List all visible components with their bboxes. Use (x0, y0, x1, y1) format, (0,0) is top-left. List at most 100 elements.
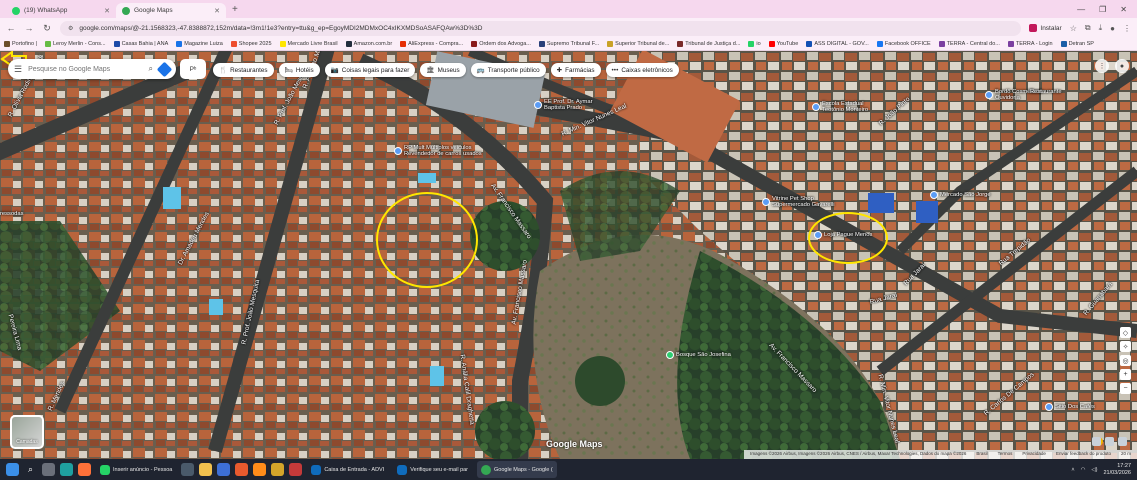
menu-kebab-icon[interactable]: ⋮ (1123, 24, 1131, 33)
extensions-icon[interactable]: ⧉ (1085, 23, 1091, 33)
wifi-icon[interactable]: ◠ (1081, 467, 1086, 473)
bookmark-item[interactable]: Superior Tribunal de... (607, 41, 669, 47)
bookmark-item[interactable]: AliExpress - Compra... (400, 41, 463, 47)
my-location-icon[interactable]: ◎ (1120, 355, 1131, 366)
maximize-icon[interactable]: ❐ (1099, 5, 1106, 14)
search-input[interactable] (28, 65, 143, 73)
chrome-icon (481, 464, 492, 475)
highlight-circle-right (808, 212, 888, 264)
compass-icon[interactable]: ✧ (1120, 341, 1131, 352)
bookmark-item[interactable]: Magazine Luiza (176, 41, 223, 47)
forward-icon[interactable]: → (24, 23, 34, 33)
close-tab-icon[interactable]: ✕ (104, 7, 110, 15)
bookmark-item[interactable]: Detran SP (1060, 41, 1094, 47)
poi-restaurant[interactable]: Restaurante (1030, 89, 1062, 95)
bookmark-item[interactable]: Amazon.com.br (345, 41, 392, 47)
minimize-icon[interactable]: — (1077, 5, 1085, 14)
search-icon[interactable]: ⌕ (149, 64, 153, 74)
directions-icon[interactable] (156, 61, 173, 77)
category-chip[interactable]: 🛏 Hotéis (278, 63, 320, 77)
tilt-icon[interactable]: ◇ (1120, 327, 1131, 338)
store-icon[interactable] (217, 463, 231, 476)
saved-places-chip[interactable]: Pᵇ (180, 59, 206, 79)
bookmark-favicon-icon (113, 41, 120, 47)
category-chip[interactable]: ••• Caixas eletrônicos (605, 63, 679, 77)
new-tab-button[interactable]: + (226, 4, 244, 15)
site-info-icon[interactable]: ⚙ (68, 25, 73, 32)
poi-park[interactable]: Bosque São Josefina (666, 351, 731, 359)
store-icon (762, 198, 770, 207)
category-chip[interactable]: 🍴 Restaurantes (213, 63, 274, 77)
hamburger-menu-icon[interactable]: ☰ (14, 64, 22, 75)
bookmark-item[interactable]: Facebook OFFICE (876, 41, 931, 47)
app-icon[interactable] (289, 463, 303, 476)
close-window-icon[interactable]: ✕ (1120, 5, 1127, 14)
bookmark-item[interactable]: Shopee 2025 (230, 41, 272, 47)
taskbar-app[interactable]: Inserir anúncio - Pessoa (96, 461, 176, 478)
bookmark-item[interactable]: Leroy Merlin - Cons... (44, 41, 106, 47)
bookmark-item[interactable]: TERRA - Central do... (938, 41, 1000, 47)
layers-button[interactable]: Camadas (10, 415, 44, 449)
satellite-map[interactable]: ☰ ⌕ Pᵇ 🍴Restaurantes 🛏Hotéis 📷Coisas legai… (0, 51, 1137, 459)
edge-icon[interactable] (60, 463, 73, 476)
camera-icon[interactable] (181, 463, 195, 476)
poi-store[interactable]: Sitio Dos Cafés (1045, 403, 1095, 411)
category-chip[interactable]: 🏛 Museus (420, 63, 466, 77)
category-chip[interactable]: ✚ Farmácias (550, 63, 601, 77)
taskbar-app[interactable]: Verifique seu e-mail par (393, 461, 472, 478)
tab-whatsapp[interactable]: (19) WhatsApp ✕ (6, 3, 116, 18)
bookmark-star-icon[interactable]: ☆ (1070, 24, 1077, 33)
task-view-icon[interactable] (42, 463, 55, 476)
apps-grid-icon[interactable]: ⋮ (1095, 59, 1109, 73)
windows-start-icon[interactable] (6, 463, 19, 476)
bookmark-item[interactable]: Portofino | (4, 41, 37, 47)
file-explorer-icon[interactable] (199, 463, 213, 476)
category-chip[interactable]: 📷 Coisas legais para fazer (324, 63, 416, 77)
outlook-icon (311, 464, 322, 475)
install-icon (1029, 24, 1038, 32)
chevron-up-icon[interactable]: ˄ (1071, 467, 1074, 473)
bookmark-item[interactable]: Ordem dos Advoga... (471, 41, 531, 47)
reload-icon[interactable]: ↻ (42, 23, 52, 34)
poi-car-dealer[interactable]: RP Mult Multiplos veiculos Revendedor de … (394, 145, 482, 158)
zoom-out-button[interactable]: − (1120, 383, 1131, 394)
poi-store[interactable]: Mercado São Jorge (930, 191, 991, 199)
bookmark-item[interactable]: TERRA - Login (1007, 41, 1053, 47)
volume-icon[interactable]: ◁) (1091, 467, 1097, 473)
bookmark-item[interactable]: ASS DIGITAL - GOV... (806, 41, 869, 47)
poi-school[interactable]: Escola Estadual Teotônio Monteiro (812, 101, 868, 114)
fork-knife-icon: 🍴 (219, 67, 228, 74)
zoom-in-button[interactable]: + (1120, 369, 1131, 380)
bookmark-item[interactable]: YouTube (768, 41, 798, 47)
app-icon[interactable] (253, 463, 267, 476)
bookmark-item[interactable]: Supremo Tribunal F... (538, 41, 599, 47)
bookmark-item[interactable]: Casas Bahia | ANA (113, 41, 168, 47)
install-app-button[interactable]: Instalar (1029, 24, 1062, 32)
imagery-thumbnail-icon[interactable] (1105, 437, 1114, 446)
profile-avatar[interactable]: ● (1110, 24, 1115, 33)
imagery-thumbnail-icon[interactable] (1118, 437, 1127, 446)
category-chip[interactable]: 🚌 Transporte público (470, 63, 546, 77)
poi-school[interactable]: EE Prof. Dr. Aymar Baptista Prado (534, 99, 593, 112)
downloads-icon[interactable]: ⤓ (1099, 23, 1103, 33)
app-icon[interactable] (271, 463, 285, 476)
imagery-thumbnail-icon[interactable] (1092, 437, 1101, 446)
close-tab-icon[interactable]: ✕ (214, 7, 220, 15)
clock[interactable]: 17:27 21/03/2026 (1103, 463, 1131, 476)
app-icon[interactable] (235, 463, 249, 476)
taskbar-app-active[interactable]: Google Maps - Google ( (477, 461, 557, 478)
bookmark-item[interactable]: Mercado Livre Brasil (279, 41, 338, 47)
firefox-icon[interactable] (78, 463, 91, 476)
poi-store[interactable]: ressodas (0, 211, 24, 217)
account-avatar[interactable]: ● (1115, 59, 1129, 73)
store-icon (1045, 403, 1053, 411)
search-icon[interactable]: ⌕ (24, 463, 37, 476)
address-bar[interactable]: ⚙ google.com/maps/@-21.1568323,-47.83888… (60, 20, 1022, 36)
taskbar-app[interactable]: Caixa de Entrada - ADVI (307, 461, 388, 478)
bookmark-favicon-icon (279, 41, 286, 47)
tab-google-maps[interactable]: Google Maps ✕ (116, 3, 226, 18)
bookmark-item[interactable]: io (748, 41, 761, 47)
bookmark-item[interactable]: Tribunal de Justiça d... (677, 41, 740, 47)
poi-store[interactable]: Vitrine Pet Shop Supermercado Gavarelli (762, 196, 835, 209)
back-icon[interactable]: ← (6, 23, 16, 33)
